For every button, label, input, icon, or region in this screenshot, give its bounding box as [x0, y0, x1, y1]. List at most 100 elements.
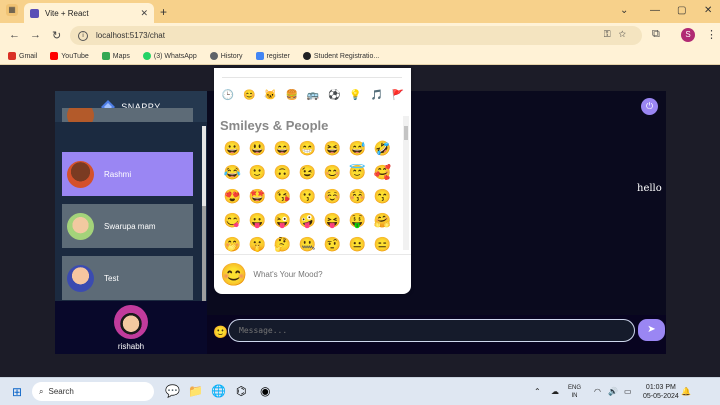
contact-item[interactable]: Swarupa mam [62, 204, 193, 248]
language-indicator[interactable]: ENG IN [568, 384, 581, 400]
emoji-cell[interactable]: 🤭 [220, 234, 245, 254]
animals-category-icon[interactable]: 🐱 [263, 90, 279, 104]
symbols-category-icon[interactable]: 🎵 [369, 90, 385, 104]
travel-category-icon[interactable]: 🚌 [305, 90, 321, 104]
close-window-button[interactable]: ✕ [704, 5, 712, 16]
send-button[interactable]: ➤ [638, 319, 665, 341]
emoji-cell[interactable]: 🤐 [295, 234, 320, 254]
scrollbar-thumb[interactable] [404, 126, 408, 140]
emoji-cell[interactable]: 😅 [345, 138, 370, 158]
taskbar-clock[interactable]: 01:03 PM 05-05-2024 [643, 383, 679, 401]
emoji-cell[interactable]: 😐 [345, 234, 370, 254]
emoji-cell[interactable]: 😑 [370, 234, 395, 254]
smileys-category-icon[interactable]: 😊 [241, 90, 257, 104]
emoji-cell[interactable]: 😘 [270, 186, 295, 206]
password-and-bookmark-icons[interactable]: ⚿☆ [604, 29, 634, 40]
emoji-cell[interactable]: 🤔 [270, 234, 295, 254]
emoji-cell[interactable]: 🙃 [270, 162, 295, 182]
emoji-cell[interactable]: 😀 [220, 138, 245, 158]
tray-chevron-icon[interactable]: ⌃ [534, 387, 541, 396]
emoji-cell[interactable]: 😜 [270, 210, 295, 230]
emoji-cell[interactable]: 😃 [245, 138, 270, 158]
emoji-cell[interactable]: 😄 [270, 138, 295, 158]
contact-item[interactable]: Test [62, 256, 193, 300]
emoji-cell[interactable]: 🤨 [320, 234, 345, 254]
file-explorer-icon[interactable]: 📁 [188, 384, 203, 398]
emoji-cell[interactable]: 😊 [320, 162, 345, 182]
emoji-cell[interactable]: 😛 [245, 210, 270, 230]
bookmark-register[interactable]: register [255, 52, 290, 60]
contact-item[interactable]: Rashmi [62, 152, 193, 196]
minimize-button[interactable]: — [650, 5, 660, 16]
reload-button[interactable]: ↻ [52, 29, 61, 42]
site-info-icon[interactable]: i [78, 30, 88, 41]
recent-category-icon[interactable]: 🕒 [220, 90, 236, 104]
emoji-search-field[interactable] [222, 70, 402, 78]
profile-avatar[interactable]: S [681, 28, 695, 42]
emoji-cell[interactable]: 😙 [370, 186, 395, 206]
emoji-scrollbar[interactable] [403, 116, 409, 250]
emoji-cell[interactable]: 😆 [320, 138, 345, 158]
scrollbar-thumb[interactable] [202, 206, 206, 306]
emoji-cell[interactable]: 😗 [295, 186, 320, 206]
vscode-icon[interactable]: ⌬ [236, 384, 246, 398]
contact-name: Rashmi [104, 169, 132, 179]
bookmark-label: YouTube [61, 52, 89, 60]
logout-button[interactable]: ⏻ [641, 98, 658, 115]
browser-tab[interactable]: Vite + React ✕ [24, 3, 154, 23]
tab-list-icon[interactable]: ▦ [6, 4, 18, 16]
maximize-button[interactable]: ▢ [677, 5, 686, 16]
emoji-cell[interactable]: 😝 [320, 210, 345, 230]
emoji-cell[interactable]: 😋 [220, 210, 245, 230]
address-bar[interactable]: i localhost:5173/chat ⚿☆ [70, 26, 642, 45]
tab-close-icon[interactable]: ✕ [140, 8, 148, 19]
emoji-cell[interactable]: 🥰 [370, 162, 395, 182]
onedrive-icon[interactable]: ☁ [551, 387, 559, 396]
windows-start-icon[interactable]: ⊞ [12, 385, 22, 399]
edge-icon[interactable]: 🌐 [211, 384, 226, 398]
activities-category-icon[interactable]: ⚽ [326, 90, 342, 104]
emoji-cell[interactable]: 🙂 [245, 162, 270, 182]
objects-category-icon[interactable]: 💡 [348, 90, 364, 104]
register-icon [255, 52, 264, 60]
food-category-icon[interactable]: 🍔 [284, 90, 300, 104]
teams-icon[interactable]: 💬 [165, 384, 180, 398]
bookmark-whatsapp[interactable]: (3) WhatsApp [142, 52, 197, 60]
wifi-icon[interactable]: ◠ [594, 387, 601, 396]
emoji-cell[interactable]: 🤫 [245, 234, 270, 254]
extensions-icon[interactable]: ⧉ [652, 28, 660, 41]
volume-icon[interactable]: 🔊 [608, 387, 618, 396]
tab-search-icon[interactable]: ⌄ [620, 5, 628, 16]
emoji-cell[interactable]: 😚 [345, 186, 370, 206]
battery-icon[interactable]: ▭ [624, 387, 632, 396]
bookmark-student-registration[interactable]: Student Registratio... [302, 52, 379, 60]
bookmark-history[interactable]: History [209, 52, 243, 60]
new-tab-button[interactable]: + [160, 5, 167, 19]
flags-category-icon[interactable]: 🚩 [390, 90, 406, 104]
chrome-icon[interactable]: ◉ [260, 384, 270, 398]
emoji-cell[interactable]: 🤩 [245, 186, 270, 206]
menu-icon[interactable]: ⋮ [706, 28, 717, 41]
contacts-scrollbar[interactable] [202, 126, 206, 306]
taskbar-search[interactable]: ⌕ Search [32, 382, 154, 401]
emoji-cell[interactable]: 😉 [295, 162, 320, 182]
message-input[interactable] [228, 319, 635, 342]
emoji-cell[interactable]: 😇 [345, 162, 370, 182]
contact-partial[interactable] [62, 108, 193, 122]
emoji-cell[interactable]: 🤗 [370, 210, 395, 230]
emoji-cell[interactable]: 🤑 [345, 210, 370, 230]
forward-button[interactable]: → [30, 29, 41, 41]
notification-bell-icon[interactable]: 🔔 [681, 387, 691, 396]
gmail-icon [8, 52, 16, 60]
bookmark-gmail[interactable]: Gmail [8, 52, 37, 60]
emoji-cell[interactable]: 😁 [295, 138, 320, 158]
emoji-cell[interactable]: 🤪 [295, 210, 320, 230]
back-button[interactable]: ← [9, 29, 20, 41]
bookmark-maps[interactable]: Maps [101, 52, 130, 60]
emoji-cell[interactable]: 😍 [220, 186, 245, 206]
bookmark-youtube[interactable]: YouTube [50, 52, 89, 60]
emoji-cell[interactable]: ☺️ [320, 186, 345, 206]
emoji-cell[interactable]: 🤣 [370, 138, 395, 158]
emoji-picker-toggle-icon[interactable]: 🙂 [213, 325, 228, 339]
emoji-cell[interactable]: 😂 [220, 162, 245, 182]
